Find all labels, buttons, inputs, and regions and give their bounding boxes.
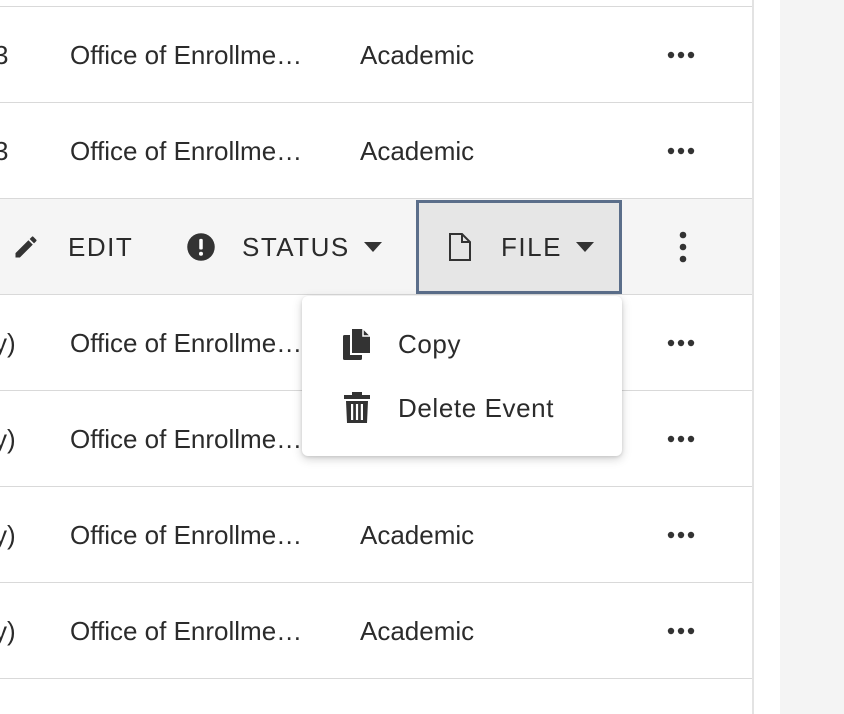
- panel-gap: [754, 0, 780, 714]
- caret-down-icon: [575, 242, 594, 252]
- row-cell-category: Academic: [360, 616, 475, 646]
- more-actions-icon[interactable]: [662, 422, 700, 456]
- more-actions-icon[interactable]: [662, 326, 700, 360]
- row-cell-1: y): [0, 616, 16, 646]
- more-actions-icon[interactable]: [662, 38, 700, 72]
- pencil-icon: [12, 233, 40, 261]
- row-cell-category: Academic: [360, 136, 475, 166]
- status-label: STATUS: [242, 231, 350, 262]
- row-cell-office: Office of Enrollme…: [70, 328, 303, 358]
- table-row[interactable]: 3 Office of Enrollme… Academic: [0, 8, 752, 103]
- events-table: 3 Office of Enrollme… Academic 3 Office …: [0, 0, 752, 714]
- more-actions-icon[interactable]: [662, 134, 700, 168]
- file-dropdown-button[interactable]: FILE: [416, 200, 622, 294]
- more-actions-icon[interactable]: [662, 518, 700, 552]
- file-dropdown-menu: Copy Delete Event: [302, 296, 622, 456]
- alert-icon: [186, 232, 216, 262]
- row-cell-office: Office of Enrollme…: [70, 424, 303, 454]
- copy-icon: [340, 327, 374, 361]
- file-label: FILE: [501, 231, 562, 262]
- more-actions-icon[interactable]: [662, 614, 700, 648]
- row-cell-office: Office of Enrollme…: [70, 520, 303, 550]
- row-action-toolbar: EDIT STATUS FILE: [0, 199, 752, 295]
- row-cell-1: 3: [0, 40, 9, 70]
- row-cell-1: y): [0, 424, 16, 454]
- row-cell-office: Office of Enrollme…: [70, 136, 303, 166]
- table-row[interactable]: [0, 0, 752, 7]
- row-cell-1: y): [0, 520, 16, 550]
- copy-label: Copy: [398, 328, 462, 359]
- trash-icon: [340, 392, 374, 424]
- row-cell-1: y): [0, 328, 16, 358]
- document-icon: [447, 232, 473, 262]
- row-cell-office: Office of Enrollme…: [70, 40, 303, 70]
- row-cell-1: 3: [0, 136, 9, 166]
- menu-item-copy[interactable]: Copy: [302, 312, 622, 376]
- table-row[interactable]: y) Office of Enrollme… Academic: [0, 584, 752, 679]
- menu-item-delete-event[interactable]: Delete Event: [302, 376, 622, 440]
- row-cell-category: Academic: [360, 40, 475, 70]
- delete-event-label: Delete Event: [398, 392, 555, 423]
- side-panel: [780, 0, 844, 714]
- vertical-more-icon[interactable]: [664, 227, 702, 267]
- row-cell-category: Academic: [360, 520, 475, 550]
- row-cell-office: Office of Enrollme…: [70, 616, 303, 646]
- edit-label: EDIT: [68, 231, 134, 262]
- table-row[interactable]: y) Office of Enrollme… Academic: [0, 488, 752, 583]
- caret-down-icon: [363, 242, 382, 252]
- status-dropdown-button[interactable]: STATUS: [186, 199, 382, 295]
- edit-button[interactable]: EDIT: [12, 199, 133, 295]
- table-row[interactable]: 3 Office of Enrollme… Academic: [0, 104, 752, 199]
